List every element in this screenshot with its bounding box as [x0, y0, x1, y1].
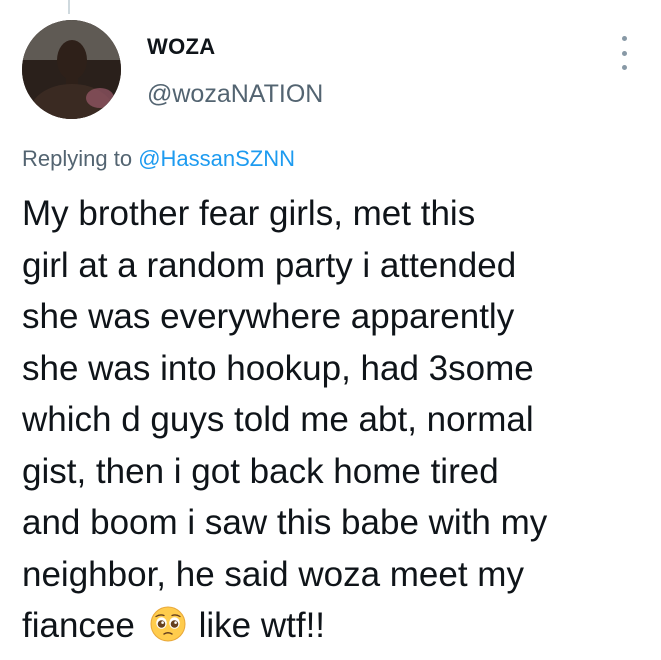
reply-context: Replying to @HassanSZNN [22, 146, 295, 172]
author-display-name[interactable]: WOZA [147, 34, 215, 60]
avatar[interactable] [22, 20, 121, 119]
tweet-text-line: she was into hookup, had 3some [22, 348, 534, 388]
tweet-text-last-line: fiancee like wtf!! [22, 600, 652, 652]
pleading-face-icon [150, 606, 186, 642]
reply-mention-link[interactable]: @HassanSZNN [138, 146, 295, 171]
tweet-text-line: she was everywhere apparently [22, 297, 515, 336]
more-options-icon[interactable] [612, 36, 636, 70]
tweet-text-line: neighbor, he said woza meet my [22, 554, 524, 594]
tweet-text-before-emoji: fiancee [22, 606, 135, 645]
reply-context-prefix: Replying to [22, 146, 139, 171]
tweet-text-line: and boom i saw this babe with my [22, 503, 548, 542]
tweet-text-after-emoji: like wtf!! [198, 606, 326, 645]
tweet-text-line: My brother fear girls, met this [22, 194, 476, 233]
author-handle[interactable]: @wozaNATION [147, 80, 323, 109]
tweet: WOZA @wozaNATION Replying to @HassanSZNN… [0, 0, 661, 660]
tweet-text-line: gist, then i got back home tired [22, 451, 499, 491]
tweet-text: My brother fear girls, met this girl at … [22, 188, 652, 652]
tweet-text-line: which d guys told me abt, normal [22, 400, 534, 439]
tweet-text-line: girl at a random party i attended [22, 245, 517, 285]
